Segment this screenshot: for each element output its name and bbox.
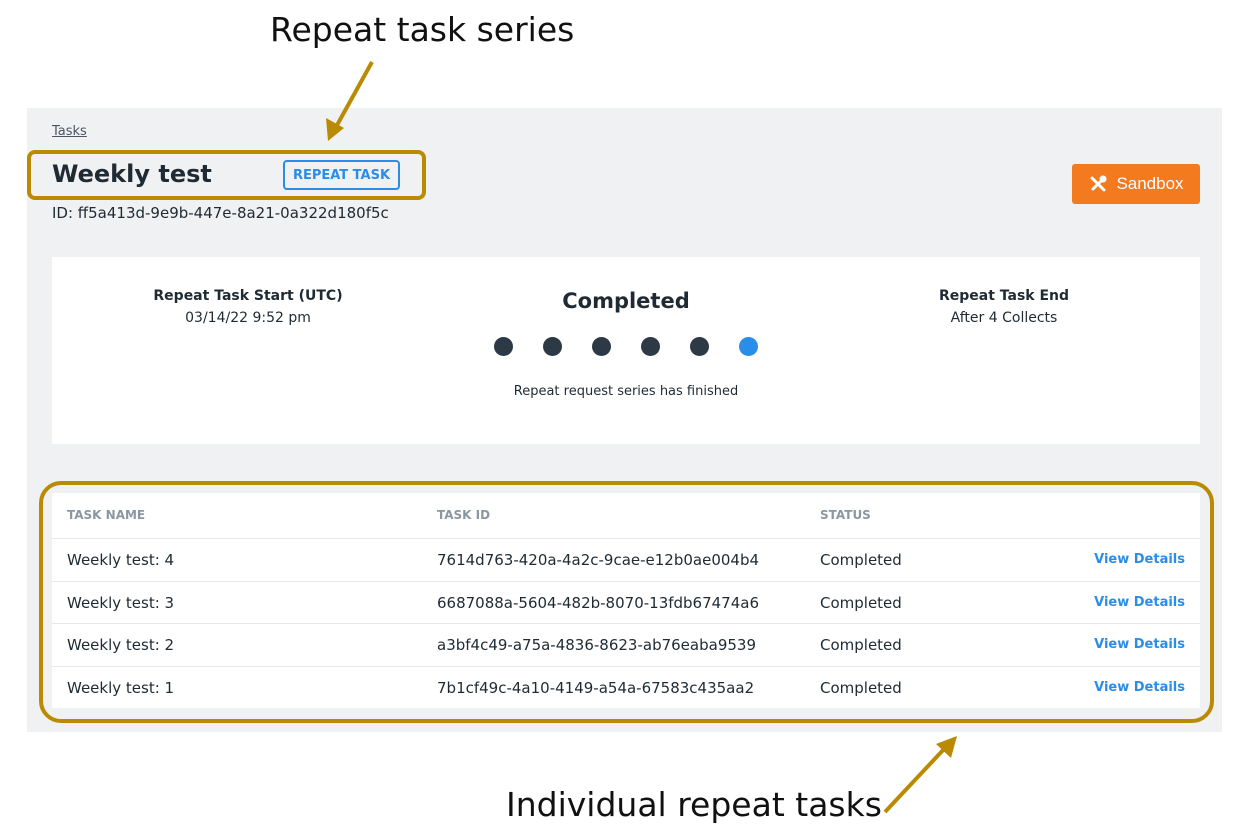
arrow-bottom-icon [883,746,947,814]
arrow-top-icon [334,61,374,128]
annotation-arrows [326,61,957,814]
